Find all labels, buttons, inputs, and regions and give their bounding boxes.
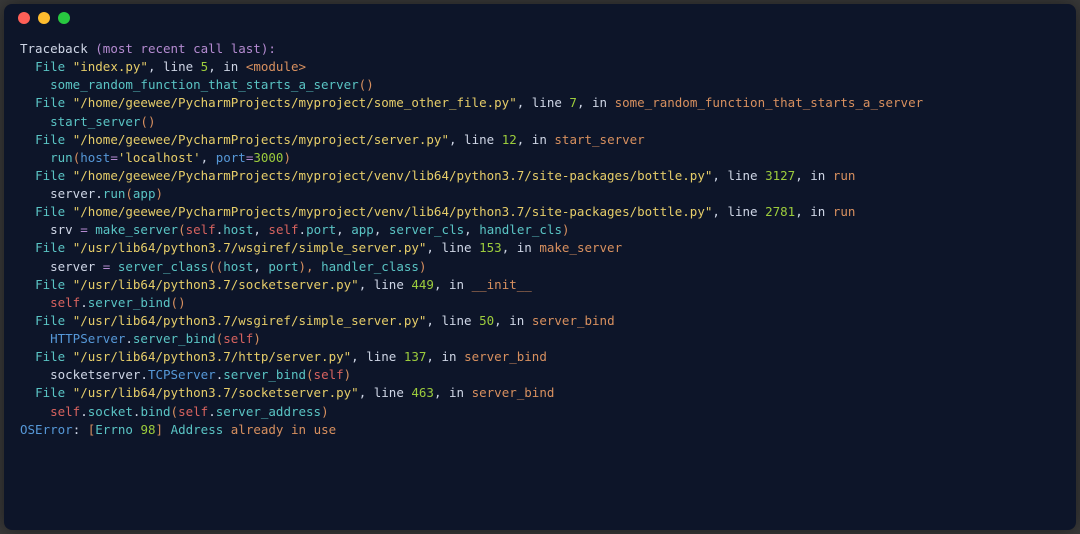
traceback-frame-location: File "/home/geewee/PycharmProjects/mypro… — [20, 131, 1060, 149]
traceback-header: Traceback (most recent call last): — [20, 40, 1060, 58]
traceback-frame-code: server.run(app) — [20, 185, 1060, 203]
traceback-frame-code: some_random_function_that_starts_a_serve… — [20, 76, 1060, 94]
terminal-output: Traceback (most recent call last): File … — [4, 32, 1076, 447]
traceback-frame-code: srv = make_server(self.host, self.port, … — [20, 221, 1060, 239]
traceback-frame-code: socketserver.TCPServer.server_bind(self) — [20, 366, 1060, 384]
traceback-frame-location: File "/usr/lib64/python3.7/socketserver.… — [20, 384, 1060, 402]
terminal-window: Traceback (most recent call last): File … — [4, 4, 1076, 530]
traceback-frame-location: File "/home/geewee/PycharmProjects/mypro… — [20, 94, 1060, 112]
traceback-frame-location: File "/usr/lib64/python3.7/wsgiref/simpl… — [20, 239, 1060, 257]
traceback-frame-location: File "index.py", line 5, in <module> — [20, 58, 1060, 76]
traceback-frame-location: File "/usr/lib64/python3.7/http/server.p… — [20, 348, 1060, 366]
close-icon[interactable] — [18, 12, 30, 24]
traceback-frame-code: server = server_class((host, port), hand… — [20, 258, 1060, 276]
traceback-error: OSError: [Errno 98] Address already in u… — [20, 421, 1060, 439]
minimize-icon[interactable] — [38, 12, 50, 24]
traceback-frame-code: self.server_bind() — [20, 294, 1060, 312]
traceback-frame-location: File "/home/geewee/PycharmProjects/mypro… — [20, 203, 1060, 221]
traceback-frame-code: start_server() — [20, 113, 1060, 131]
traceback-frame-code: self.socket.bind(self.server_address) — [20, 403, 1060, 421]
traceback-frame-location: File "/home/geewee/PycharmProjects/mypro… — [20, 167, 1060, 185]
traceback-frame-location: File "/usr/lib64/python3.7/socketserver.… — [20, 276, 1060, 294]
maximize-icon[interactable] — [58, 12, 70, 24]
traceback-frame-code: run(host='localhost', port=3000) — [20, 149, 1060, 167]
window-title-bar — [4, 4, 1076, 32]
traceback-frame-location: File "/usr/lib64/python3.7/wsgiref/simpl… — [20, 312, 1060, 330]
traceback-frame-code: HTTPServer.server_bind(self) — [20, 330, 1060, 348]
